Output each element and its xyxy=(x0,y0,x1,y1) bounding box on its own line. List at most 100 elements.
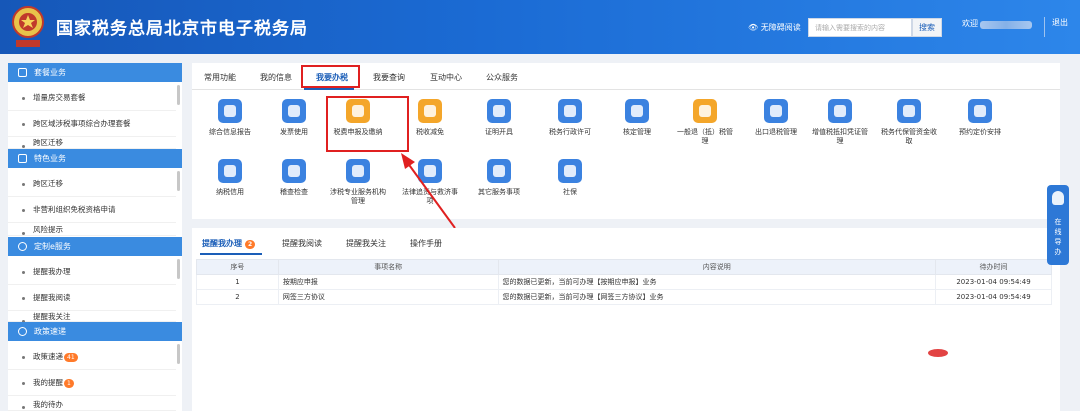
column-header: 待办时间 xyxy=(935,259,1052,275)
money-bag-icon xyxy=(897,99,921,123)
sidebar-item[interactable]: 提醒我办理 xyxy=(8,259,176,285)
icon-glyph xyxy=(564,165,576,177)
sidebar-section-custom[interactable]: 定制e服务 xyxy=(8,237,182,256)
cell-time: 2023-01-04 09:54:49 xyxy=(935,274,1052,290)
active-tab-underline xyxy=(200,253,262,255)
agent-user-icon xyxy=(346,159,370,183)
sidebar-item[interactable]: 跨区迁移 xyxy=(8,133,176,149)
service-document-list[interactable]: 综合信息报告 xyxy=(199,99,261,137)
certificate-icon xyxy=(487,99,511,123)
sidebar-section-policy[interactable]: 政策速递 xyxy=(8,322,182,341)
tab-remind-follow[interactable]: 提醒我关注 xyxy=(346,238,386,249)
todo-panel: 提醒我办理 2 提醒我阅读 提醒我关注 操作手册 序号 事项名称 内容说明 待办时… xyxy=(192,228,1060,411)
table-row[interactable]: 1 按期应申报 您的数据已更新，当前可办理【按期应申报】业务 2023-01-0… xyxy=(196,274,1052,290)
icon-glyph xyxy=(288,165,300,177)
service-agent-user[interactable]: 涉税专业服务机构管理 xyxy=(327,159,389,206)
grid-icon xyxy=(18,154,27,163)
tab-manual[interactable]: 操作手册 xyxy=(410,238,442,249)
sidebar-item[interactable]: 提醒我关注 xyxy=(8,308,176,323)
tab-query[interactable]: 我要查询 xyxy=(373,72,405,83)
scrollbar-thumb[interactable] xyxy=(177,344,180,364)
online-guide-label: 在线导办 xyxy=(1054,218,1062,256)
service-inspector[interactable]: 稽查检查 xyxy=(263,159,325,197)
package-icon xyxy=(18,68,27,77)
header-divider xyxy=(1044,17,1045,37)
active-tab-underline xyxy=(304,88,354,90)
eye-icon: 👁 xyxy=(748,23,759,32)
red-mark xyxy=(928,349,948,357)
logout-button[interactable]: 退出 xyxy=(1052,17,1072,28)
sidebar-section-special[interactable]: 特色业务 xyxy=(8,149,182,168)
tab-common[interactable]: 常用功能 xyxy=(204,72,236,83)
column-header: 内容说明 xyxy=(497,259,937,275)
welcome-text: 欢迎 xyxy=(962,19,978,28)
service-label: 税务行政许可 xyxy=(549,128,591,136)
user-icon xyxy=(18,327,27,336)
sidebar-section-packages[interactable]: 套餐业务 xyxy=(8,63,182,82)
service-voucher-grid[interactable]: 增值税抵扣凭证管理 xyxy=(809,99,871,146)
sidebar-item-policy[interactable]: 政策速递 41 xyxy=(8,344,176,370)
online-guide-button[interactable]: 在线导办 xyxy=(1047,185,1069,265)
sidebar-item[interactable]: 增量房交易套餐 xyxy=(8,85,176,111)
tab-remind-read[interactable]: 提醒我阅读 xyxy=(282,238,322,249)
table-row[interactable]: 2 网签三方协议 您的数据已更新，当前可办理【网签三方协议】业务 2023-01… xyxy=(196,289,1052,305)
cell-time: 2023-01-04 09:54:49 xyxy=(935,289,1052,305)
shield-heart-icon xyxy=(218,159,242,183)
scrollbar-thumb[interactable] xyxy=(177,171,180,191)
sidebar-item[interactable]: 我的待办 xyxy=(8,394,176,411)
service-user-gear[interactable]: 核定管理 xyxy=(606,99,668,137)
tab-my-info[interactable]: 我的信息 xyxy=(260,72,292,83)
cell-item-name[interactable]: 按期应申报 xyxy=(277,274,499,290)
list-doc-icon xyxy=(487,159,511,183)
tab-interaction[interactable]: 互动中心 xyxy=(430,72,462,83)
cell-item-name[interactable]: 网签三方协议 xyxy=(277,289,499,305)
service-label: 稽查检查 xyxy=(280,188,308,196)
globe-icon xyxy=(764,99,788,123)
icon-glyph xyxy=(424,105,436,117)
service-label: 发票使用 xyxy=(280,128,308,136)
service-invoice-check[interactable]: 发票使用 xyxy=(263,99,325,137)
sidebar-item[interactable]: 风险提示 xyxy=(8,220,176,236)
service-clock-check[interactable]: 预约定价安排 xyxy=(949,99,1011,137)
cell-index: 1 xyxy=(196,274,279,290)
service-globe[interactable]: 出口退税管理 xyxy=(745,99,807,137)
column-header: 事项名称 xyxy=(277,259,499,275)
count-badge: 41 xyxy=(64,352,78,362)
search-button[interactable]: 搜索 xyxy=(912,18,942,37)
service-label: 出口退税管理 xyxy=(755,128,797,136)
scrollbar-thumb[interactable] xyxy=(177,259,180,279)
site-title: 国家税务总局北京市电子税务局 xyxy=(56,19,308,39)
sidebar-item-reminder[interactable]: 我的提醒 1 xyxy=(8,370,176,396)
clock-check-icon xyxy=(968,99,992,123)
service-list-doc[interactable]: 其它服务事项 xyxy=(468,159,530,197)
scrollbar-thumb[interactable] xyxy=(177,85,180,105)
user-gear-icon xyxy=(625,99,649,123)
refund-yuan-icon xyxy=(693,99,717,123)
coin-icon xyxy=(418,99,442,123)
search-input[interactable]: 请输入需要搜索的内容 xyxy=(808,18,912,37)
service-label: 税务代保管资金收取 xyxy=(881,128,937,145)
service-label: 预约定价安排 xyxy=(959,128,1001,136)
accessibility-link[interactable]: 👁 无障碍阅读 xyxy=(748,22,801,33)
column-header: 序号 xyxy=(196,259,279,275)
service-social-insurance[interactable]: 社保 xyxy=(539,159,601,197)
sidebar-item[interactable]: 跨区迁移 xyxy=(8,171,176,197)
icon-glyph xyxy=(699,105,711,117)
highlight-box-service xyxy=(326,96,409,152)
icon-glyph xyxy=(288,105,300,117)
service-person-card[interactable]: 税务行政许可 xyxy=(539,99,601,137)
tab-public-service[interactable]: 公众服务 xyxy=(486,72,518,83)
icon-glyph xyxy=(493,165,505,177)
service-money-bag[interactable]: 税务代保管资金收取 xyxy=(878,99,940,146)
table-header-row: 序号 事项名称 内容说明 待办时间 xyxy=(196,259,1052,275)
user-icon xyxy=(18,242,27,251)
service-certificate[interactable]: 证明开具 xyxy=(468,99,530,137)
tab-remind-handle[interactable]: 提醒我办理 2 xyxy=(202,238,256,249)
count-badge: 2 xyxy=(245,240,256,249)
icon-glyph xyxy=(224,165,236,177)
service-refund-yuan[interactable]: 一般退（抵）税管理 xyxy=(674,99,736,146)
service-label: 社保 xyxy=(563,188,577,196)
service-label: 一般退（抵）税管理 xyxy=(677,128,733,145)
cell-index: 2 xyxy=(196,289,279,305)
service-shield-heart[interactable]: 纳税信用 xyxy=(199,159,261,197)
